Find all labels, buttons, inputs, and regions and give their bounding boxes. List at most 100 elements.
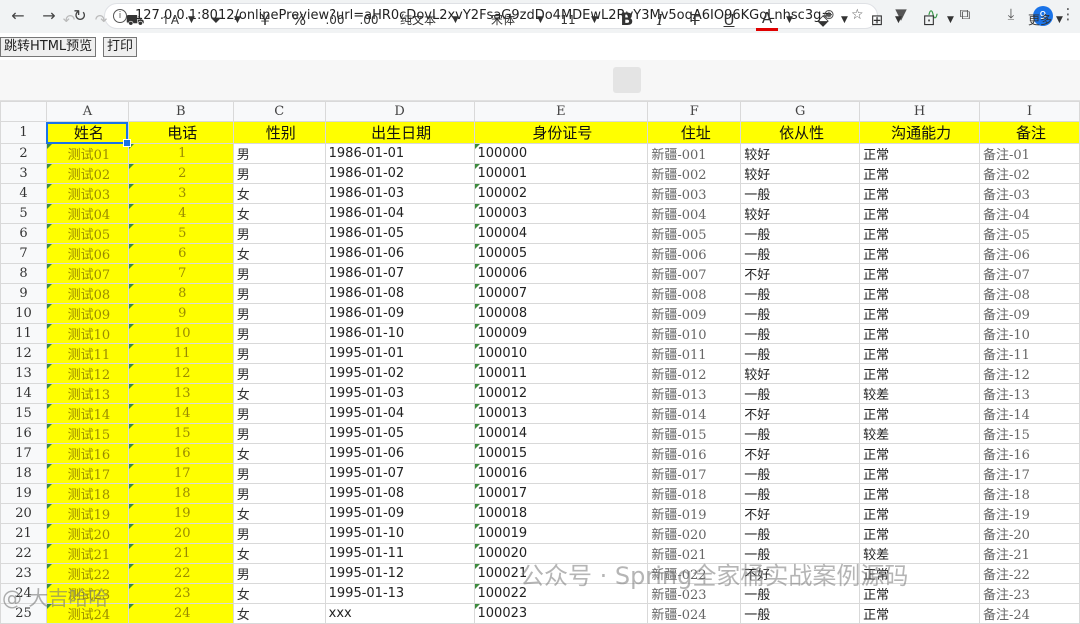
row-header[interactable]: 5 — [0, 203, 47, 224]
row-header[interactable]: 2 — [0, 143, 47, 164]
cell-compliance[interactable]: 一般 — [740, 303, 861, 324]
cell-communication[interactable]: 正常 — [859, 203, 981, 224]
header-cell[interactable]: 性别 — [232, 121, 326, 144]
cell-dob[interactable]: 1995-01-11 — [324, 543, 475, 564]
back-icon[interactable]: ← — [6, 4, 30, 28]
row-header[interactable]: 23 — [0, 563, 47, 584]
cell-name[interactable]: 测试01 — [45, 143, 129, 164]
column-header-g[interactable]: G — [740, 101, 861, 122]
cell-dob[interactable]: 1995-01-01 — [324, 343, 475, 364]
row-header[interactable]: 8 — [0, 263, 47, 284]
cell-compliance[interactable]: 不好 — [740, 443, 861, 464]
cell-id[interactable]: 100005 — [473, 243, 649, 264]
cell-id[interactable]: 100006 — [473, 263, 649, 284]
cell-sex[interactable]: 男 — [232, 263, 326, 284]
font-size-caret-icon[interactable]: ▼ — [591, 9, 598, 31]
increase-decimal-button[interactable]: .00 — [356, 9, 382, 31]
cell-name[interactable]: 测试22 — [45, 563, 129, 584]
cell-id[interactable]: 100009 — [473, 323, 649, 344]
print-button[interactable]: 打印 — [103, 37, 138, 57]
cell-note[interactable]: 备注-05 — [979, 223, 1080, 244]
cell-note[interactable]: 备注-17 — [979, 463, 1080, 484]
row-header[interactable]: 9 — [0, 283, 47, 304]
cell-id[interactable]: 100011 — [473, 363, 649, 384]
cell-dob[interactable]: 1995-01-03 — [324, 383, 475, 404]
cell-communication[interactable]: 正常 — [859, 363, 981, 384]
cell-compliance[interactable]: 一般 — [740, 183, 861, 204]
cell-compliance[interactable]: 一般 — [740, 343, 861, 364]
cell-name[interactable]: 测试11 — [45, 343, 129, 364]
cell-name[interactable]: 测试04 — [45, 203, 129, 224]
cell-dob[interactable]: 1995-01-10 — [324, 523, 475, 544]
column-header-c[interactable]: C — [232, 101, 326, 122]
cell-name[interactable]: 测试09 — [45, 303, 129, 324]
cell-phone[interactable]: 12 — [127, 363, 234, 384]
cell-dob[interactable]: 1986-01-09 — [324, 303, 475, 324]
cell-sex[interactable]: 男 — [232, 163, 326, 184]
cell-communication[interactable]: 正常 — [859, 483, 981, 504]
cell-address[interactable]: 新疆-016 — [647, 443, 742, 464]
cell-compliance[interactable]: 不好 — [740, 403, 861, 424]
cell-compliance[interactable]: 一般 — [740, 463, 861, 484]
cell-phone[interactable]: 15 — [127, 423, 234, 444]
cell-id[interactable]: 100017 — [473, 483, 649, 504]
cell-address[interactable]: 新疆-004 — [647, 203, 742, 224]
cell-compliance[interactable]: 较好 — [740, 203, 861, 224]
cell-id[interactable]: 100002 — [473, 183, 649, 204]
cell-sex[interactable]: 男 — [232, 463, 326, 484]
cell-phone[interactable]: 5 — [127, 223, 234, 244]
cell-dob[interactable]: 1995-01-04 — [324, 403, 475, 424]
cell-address[interactable]: 新疆-007 — [647, 263, 742, 284]
cell-sex[interactable]: 男 — [232, 403, 326, 424]
cell-phone[interactable]: 8 — [127, 283, 234, 304]
cell-id[interactable]: 100008 — [473, 303, 649, 324]
cell-note[interactable]: 备注-08 — [979, 283, 1080, 304]
header-cell[interactable]: 姓名 — [45, 121, 129, 144]
cell-dob[interactable]: 1986-01-08 — [324, 283, 475, 304]
cell-communication[interactable]: 正常 — [859, 503, 981, 524]
cell-address[interactable]: 新疆-005 — [647, 223, 742, 244]
cell-phone[interactable]: 9 — [127, 303, 234, 324]
cell-name[interactable]: 测试02 — [45, 163, 129, 184]
column-header-f[interactable]: F — [647, 101, 742, 122]
cell-address[interactable]: 新疆-009 — [647, 303, 742, 324]
row-header[interactable]: 10 — [0, 303, 47, 324]
download-icon[interactable]: ⤓ — [1000, 5, 1022, 23]
cell-note[interactable]: 备注-13 — [979, 383, 1080, 404]
more-caret-icon[interactable]: ▼ — [1056, 9, 1063, 31]
number-format-select[interactable]: 纯文本 — [398, 9, 438, 31]
cell-dob[interactable]: 1986-01-05 — [324, 223, 475, 244]
cell-name[interactable]: 测试20 — [45, 523, 129, 544]
cell-compliance[interactable]: 较好 — [740, 163, 861, 184]
cell-note[interactable]: 备注-16 — [979, 443, 1080, 464]
cell-communication[interactable]: 正常 — [859, 183, 981, 204]
cell-note[interactable]: 备注-21 — [979, 543, 1080, 564]
cell-address[interactable]: 新疆-001 — [647, 143, 742, 164]
header-cell[interactable]: 依从性 — [740, 121, 861, 144]
cell-sex[interactable]: 男 — [232, 283, 326, 304]
cell-sex[interactable]: 男 — [232, 563, 326, 584]
cell-address[interactable]: 新疆-017 — [647, 463, 742, 484]
cell-note[interactable]: 备注-15 — [979, 423, 1080, 444]
cell-address[interactable]: 新疆-019 — [647, 503, 742, 524]
cell-communication[interactable]: 正常 — [859, 403, 981, 424]
cell-phone[interactable]: 11 — [127, 343, 234, 364]
italic-button[interactable]: I — [649, 9, 671, 31]
cell-note[interactable]: 备注-19 — [979, 503, 1080, 524]
cell-name[interactable]: 测试12 — [45, 363, 129, 384]
row-header[interactable]: 3 — [0, 163, 47, 184]
header-cell[interactable]: 沟通能力 — [859, 121, 981, 144]
row-header[interactable]: 6 — [0, 223, 47, 244]
cell-address[interactable]: 新疆-006 — [647, 243, 742, 264]
row-header[interactable]: 7 — [0, 243, 47, 264]
cell-name[interactable]: 测试16 — [45, 443, 129, 464]
cell-communication[interactable]: 正常 — [859, 283, 981, 304]
cell-communication[interactable]: 正常 — [859, 163, 981, 184]
row-header[interactable]: 4 — [0, 183, 47, 204]
strikethrough-button[interactable]: T — [684, 9, 706, 31]
header-cell[interactable]: 出生日期 — [324, 121, 475, 144]
cell-compliance[interactable]: 不好 — [740, 263, 861, 284]
cell-communication[interactable]: 较差 — [859, 423, 981, 444]
sort-icon[interactable]: ↿A — [159, 9, 181, 31]
cell-sex[interactable]: 男 — [232, 223, 326, 244]
